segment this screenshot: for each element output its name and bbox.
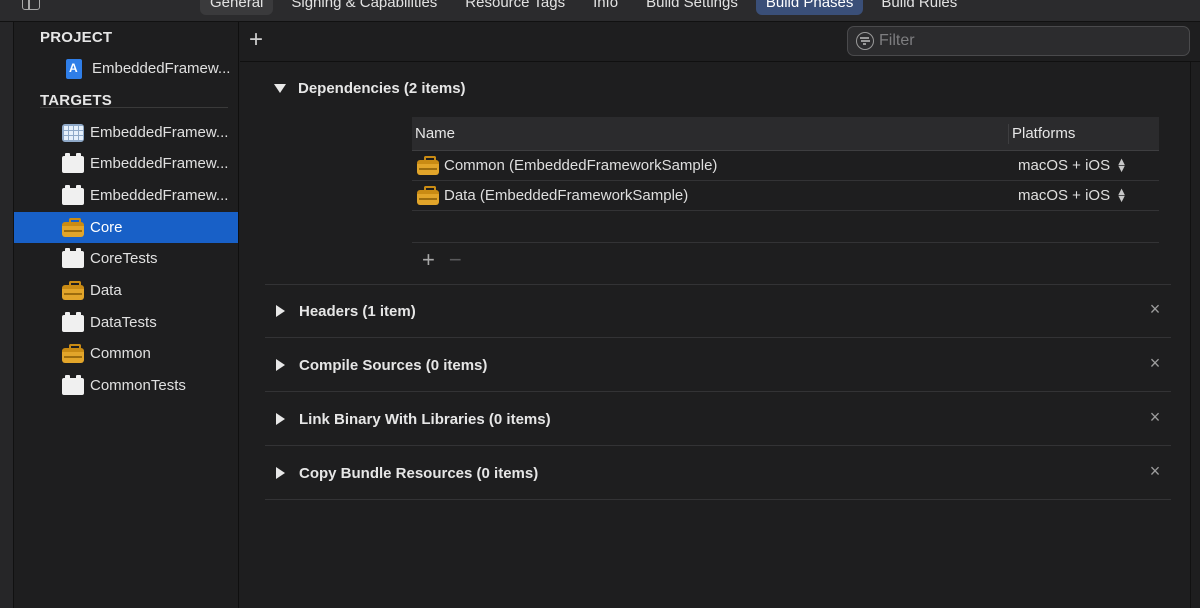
sidebar-item-target-uitests[interactable]: EmbeddedFramew... bbox=[14, 180, 238, 211]
app-icon bbox=[62, 123, 84, 142]
sidebar-item-coretests[interactable]: CoreTests bbox=[14, 243, 238, 274]
delete-phase-button[interactable]: × bbox=[1148, 462, 1162, 480]
delete-phase-button[interactable]: × bbox=[1148, 300, 1162, 318]
disclosure-triangle-closed-icon[interactable] bbox=[276, 413, 285, 425]
chevron-up-down-icon: ▲ ▼ bbox=[1116, 155, 1127, 175]
remove-dependency-button[interactable]: − bbox=[449, 247, 462, 273]
delete-phase-button[interactable]: × bbox=[1148, 408, 1162, 426]
phase-copy-bundle-resources: Copy Bundle Resources (0 items) × bbox=[265, 447, 1171, 500]
platforms-value: macOS + iOS bbox=[1018, 157, 1111, 174]
table-row[interactable]: Data (EmbeddedFrameworkSample) macOS + i… bbox=[412, 181, 1159, 211]
dependency-name-cell: Common (EmbeddedFrameworkSample) bbox=[412, 156, 1009, 175]
table-empty-area bbox=[412, 211, 1159, 243]
tab-build-rules[interactable]: Build Rules bbox=[871, 0, 967, 15]
framework-toolbox-icon bbox=[62, 344, 84, 363]
sidebar-item-target-app[interactable]: EmbeddedFramew... bbox=[14, 117, 238, 148]
dependency-actions: + − bbox=[412, 243, 1159, 277]
filter-field[interactable] bbox=[847, 26, 1190, 56]
platforms-popup[interactable]: macOS + iOS ▲ ▼ bbox=[1009, 185, 1127, 205]
add-dependency-button[interactable]: + bbox=[422, 247, 435, 273]
disclosure-triangle-open-icon[interactable] bbox=[274, 84, 286, 93]
project-targets-sidebar: PROJECT EmbeddedFramew... TARGETS Embedd… bbox=[14, 22, 239, 608]
phase-compile-sources: Compile Sources (0 items) × bbox=[265, 339, 1171, 392]
sidebar-item-label: Core bbox=[90, 219, 123, 236]
framework-toolbox-icon bbox=[62, 218, 84, 237]
phase-header[interactable]: Link Binary With Libraries (0 items) × bbox=[265, 393, 1171, 446]
sidebar-item-label: Common bbox=[90, 345, 151, 362]
platforms-popup[interactable]: macOS + iOS ▲ ▼ bbox=[1009, 155, 1127, 175]
tab-build-phases[interactable]: Build Phases bbox=[755, 0, 864, 15]
project-icon bbox=[66, 58, 82, 79]
targets-section-header: TARGETS bbox=[40, 92, 112, 109]
filter-icon bbox=[856, 32, 874, 50]
table-row[interactable]: Common (EmbeddedFrameworkSample) macOS +… bbox=[412, 151, 1159, 181]
disclosure-triangle-closed-icon[interactable] bbox=[276, 305, 285, 317]
add-build-phase-button[interactable]: + bbox=[249, 28, 263, 52]
phase-header[interactable]: Dependencies (2 items) bbox=[265, 62, 1171, 115]
editor-tab-bar: General Signing & Capabilities Resource … bbox=[0, 0, 1200, 22]
phase-title: Dependencies (2 items) bbox=[298, 80, 466, 97]
phase-title: Compile Sources (0 items) bbox=[299, 356, 488, 374]
test-bundle-icon bbox=[62, 312, 84, 332]
phase-title: Copy Bundle Resources (0 items) bbox=[299, 464, 539, 482]
left-edge-strip bbox=[0, 22, 14, 608]
sidebar-item-data[interactable]: Data bbox=[14, 275, 238, 306]
dependency-name: Common (EmbeddedFrameworkSample) bbox=[444, 157, 718, 174]
build-phases-editor: + Dependencies (2 items) Name Platforms … bbox=[240, 22, 1200, 608]
sidebar-item-label: CoreTests bbox=[90, 250, 158, 267]
phase-header[interactable]: Copy Bundle Resources (0 items) × bbox=[265, 447, 1171, 500]
framework-toolbox-icon bbox=[62, 281, 84, 300]
dependencies-table: Name Platforms Common (EmbeddedFramework… bbox=[412, 117, 1159, 277]
sidebar-item-label: EmbeddedFramew... bbox=[90, 155, 229, 172]
sidebar-item-label: Data bbox=[90, 282, 122, 299]
disclosure-triangle-closed-icon[interactable] bbox=[276, 359, 285, 371]
sidebar-item-label: EmbeddedFramew... bbox=[90, 124, 229, 141]
tab-signing-capabilities[interactable]: Signing & Capabilities bbox=[281, 0, 447, 15]
sidebar-item-label: DataTests bbox=[90, 314, 157, 331]
disclosure-triangle-closed-icon[interactable] bbox=[276, 467, 285, 479]
delete-phase-button[interactable]: × bbox=[1148, 354, 1162, 372]
tab-info[interactable]: Info bbox=[583, 0, 628, 15]
dependency-name-cell: Data (EmbeddedFrameworkSample) bbox=[412, 186, 1009, 205]
filter-input[interactable] bbox=[879, 32, 1179, 50]
phase-link-binary: Link Binary With Libraries (0 items) × bbox=[265, 393, 1171, 446]
table-header: Name Platforms bbox=[412, 117, 1159, 151]
right-edge-strip bbox=[1190, 62, 1200, 608]
column-header-name[interactable]: Name bbox=[412, 123, 1009, 144]
test-bundle-icon bbox=[62, 248, 84, 268]
column-header-platforms[interactable]: Platforms bbox=[1009, 125, 1075, 142]
framework-toolbox-icon bbox=[417, 186, 439, 205]
sidebar-item-label: EmbeddedFramew... bbox=[90, 187, 229, 204]
tab-resource-tags[interactable]: Resource Tags bbox=[455, 0, 575, 15]
build-phases-toolbar: + bbox=[240, 22, 1200, 62]
phase-header[interactable]: Compile Sources (0 items) × bbox=[265, 339, 1171, 392]
platforms-value: macOS + iOS bbox=[1018, 187, 1111, 204]
phase-title: Headers (1 item) bbox=[299, 302, 416, 320]
phase-header[interactable]: Headers (1 item) × bbox=[265, 285, 1171, 338]
sidebar-item-label: CommonTests bbox=[90, 377, 186, 394]
framework-toolbox-icon bbox=[417, 156, 439, 175]
sidebar-item-datatests[interactable]: DataTests bbox=[14, 307, 238, 338]
chevron-up-down-icon: ▲ ▼ bbox=[1116, 185, 1127, 205]
sidebar-item-target-tests[interactable]: EmbeddedFramew... bbox=[14, 148, 238, 179]
test-bundle-icon bbox=[62, 375, 84, 395]
sidebar-item-label: EmbeddedFramew... bbox=[92, 60, 231, 77]
sidebar-item-project[interactable]: EmbeddedFramew... bbox=[14, 53, 238, 84]
sidebar-item-commontests[interactable]: CommonTests bbox=[14, 370, 238, 401]
test-bundle-icon bbox=[62, 153, 84, 173]
sidebar-item-core[interactable]: Core bbox=[14, 212, 238, 243]
sidebar-item-common[interactable]: Common bbox=[14, 338, 238, 369]
tab-list: General Signing & Capabilities Resource … bbox=[200, 0, 975, 15]
tab-build-settings[interactable]: Build Settings bbox=[636, 0, 748, 15]
phase-title: Link Binary With Libraries (0 items) bbox=[299, 410, 551, 428]
dependency-name: Data (EmbeddedFrameworkSample) bbox=[444, 187, 689, 204]
project-section-header: PROJECT bbox=[40, 29, 113, 46]
tab-general[interactable]: General bbox=[200, 0, 274, 15]
test-bundle-icon bbox=[62, 185, 84, 205]
sidebar-toggle-icon[interactable] bbox=[22, 0, 40, 10]
phase-headers: Headers (1 item) × bbox=[265, 285, 1171, 338]
